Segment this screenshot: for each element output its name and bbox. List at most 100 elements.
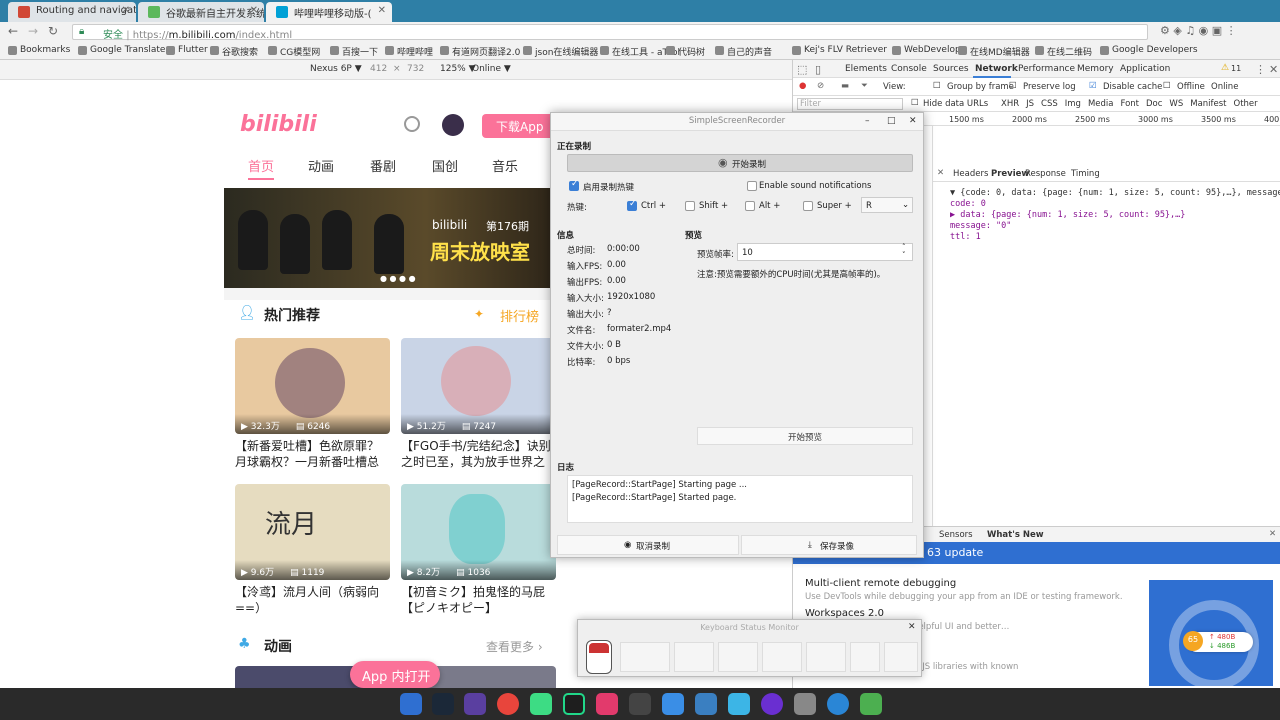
save-recording-button[interactable]: ⤓ 保存录像 <box>741 535 917 555</box>
tab-console[interactable]: Console <box>891 64 927 74</box>
throttle-select[interactable]: Online <box>1211 82 1238 92</box>
offline-checkbox[interactable]: ☐ <box>1163 81 1171 91</box>
nav-home[interactable]: 首页 <box>248 156 274 175</box>
filter-input[interactable]: Filter <box>797 98 903 110</box>
bookmark-item[interactable]: Google Developers <box>1100 45 1198 55</box>
video-title[interactable]: 【泠鸢】流月人间（病弱向==） <box>235 584 390 616</box>
ctrl-checkbox[interactable] <box>627 199 637 211</box>
close-icon[interactable]: ✕ <box>122 5 130 16</box>
hide-urls-checkbox[interactable]: ☐ <box>911 98 919 108</box>
terminal-icon[interactable] <box>629 693 651 715</box>
search-icon[interactable] <box>404 116 420 132</box>
tab-headers[interactable]: Headers <box>953 169 988 179</box>
close-icon[interactable]: ✕ <box>909 116 917 126</box>
video-thumbnail[interactable]: ▶ 32.3万 ▤ 6246 <box>235 338 390 434</box>
steam-icon[interactable] <box>432 693 454 715</box>
json-line[interactable]: message: "0" <box>950 221 1011 231</box>
json-line[interactable]: code: 0 <box>950 199 986 209</box>
browser-tab-bilibili[interactable]: 哔哩哔哩移动版-( ✕ <box>266 2 392 22</box>
forward-icon[interactable]: → <box>28 24 38 38</box>
record-icon[interactable]: ● <box>799 81 806 91</box>
nav-anime[interactable]: 动画 <box>308 156 334 175</box>
bookmark-item[interactable]: 在线二维码 <box>1035 45 1092 58</box>
banner[interactable]: bilibili 第176期 周末放映室 ● ● ● ● <box>224 188 560 288</box>
type-filter-js[interactable]: JS <box>1026 99 1034 109</box>
alt-checkbox[interactable] <box>745 201 755 211</box>
open-in-app-button[interactable]: App 内打开 <box>350 661 440 688</box>
files-icon[interactable] <box>662 693 684 715</box>
start-recording-button[interactable]: ◉ 开始录制 <box>567 154 913 172</box>
tab-preview[interactable]: Preview <box>991 169 1029 179</box>
news-title[interactable]: Workspaces 2.0 <box>805 608 884 619</box>
device-select[interactable]: Nexus 6P ▼ <box>310 64 362 74</box>
app-icon[interactable] <box>728 693 750 715</box>
json-line[interactable]: ttl: 1 <box>950 232 981 242</box>
power-icon[interactable] <box>761 693 783 715</box>
hotkey-key-select[interactable]: R ⌄ <box>861 197 913 213</box>
download-app-button[interactable]: 下载App <box>482 114 560 138</box>
video-title[interactable]: 【新番爱吐槽】色欲原罪？月球霸权？一月新番吐槽总结！ <box>235 438 390 470</box>
bookmark-item[interactable]: 自己的声音 <box>715 45 772 58</box>
spin-down-icon[interactable]: ˅ <box>902 251 906 259</box>
browser-tab-routing[interactable]: Routing and navigatio ✕ <box>8 2 136 22</box>
bookmark-item[interactable]: CG模型网 <box>268 45 320 58</box>
disable-cache-checkbox[interactable]: ☑ <box>1089 81 1097 91</box>
tab-memory[interactable]: Memory <box>1077 64 1114 74</box>
hotkey-enable-checkbox[interactable] <box>569 179 579 191</box>
type-filter-ws[interactable]: WS <box>1169 99 1183 109</box>
json-line[interactable]: ▼ {code: 0, data: {page: {num: 1, size: … <box>950 188 1280 198</box>
bookmark-item[interactable]: 代码树 <box>666 45 705 58</box>
video-thumbnail[interactable]: ▶ 51.2万 ▤ 7247 <box>401 338 556 434</box>
inspect-icon[interactable]: ⬚ <box>797 63 807 76</box>
preserve-checkbox[interactable]: ☐ <box>1009 81 1017 91</box>
type-filter-other[interactable]: Other <box>1234 99 1258 109</box>
nav-guochuang[interactable]: 国创 <box>432 156 458 175</box>
more-menu-icon[interactable]: ⋮ <box>1255 63 1266 76</box>
json-line[interactable]: ▶ data: {page: {num: 1, size: 5, count: … <box>950 210 1185 220</box>
close-icon[interactable]: ✕ <box>378 5 386 16</box>
close-icon[interactable]: ✕ <box>908 622 916 632</box>
minimize-icon[interactable]: – <box>865 116 870 126</box>
tab-application[interactable]: Application <box>1120 64 1170 74</box>
pycharm-icon[interactable] <box>563 693 585 715</box>
type-filter-media[interactable]: Media <box>1088 99 1114 109</box>
tab-response[interactable]: Response <box>1025 169 1066 179</box>
type-filter-doc[interactable]: Doc <box>1146 99 1162 109</box>
type-filter-img[interactable]: Img <box>1065 99 1081 109</box>
back-icon[interactable]: ← <box>8 24 18 38</box>
reload-icon[interactable]: ↻ <box>48 24 58 38</box>
bookmark-item[interactable]: 在线MD编辑器 <box>958 45 1030 58</box>
bookmark-item[interactable]: json在线编辑器 <box>523 45 598 58</box>
type-filter-css[interactable]: CSS <box>1041 99 1058 109</box>
tab-sensors[interactable]: Sensors <box>939 530 973 540</box>
log-area[interactable]: [PageRecord::StartPage] Starting page ..… <box>567 475 913 523</box>
cancel-recording-button[interactable]: ◉ 取消录制 <box>557 535 739 555</box>
close-icon[interactable]: ✕ <box>1269 63 1278 76</box>
bookmark-item[interactable]: 有道网页翻译2.0 <box>440 45 520 58</box>
tab-performance[interactable]: Performance <box>1018 64 1075 74</box>
banner-dots[interactable]: ● ● ● ● <box>380 274 416 283</box>
shift-checkbox[interactable] <box>685 201 695 211</box>
video-thumbnail[interactable]: 流月 ▶ 9.6万 ▤ 1119 <box>235 484 390 580</box>
bookmark-item[interactable]: Kej's FLV Retriever <box>792 45 887 55</box>
close-icon[interactable]: ✕ <box>937 168 944 178</box>
nav-music[interactable]: 音乐 <box>492 156 518 175</box>
more-link[interactable]: 查看更多 › <box>486 638 543 655</box>
close-icon[interactable]: ✕ <box>1269 529 1276 539</box>
music-icon[interactable] <box>464 693 486 715</box>
sound-notify-checkbox[interactable] <box>747 181 757 191</box>
tab-sources[interactable]: Sources <box>933 64 969 74</box>
close-icon[interactable]: ✕ <box>250 5 258 16</box>
settings-icon[interactable] <box>794 693 816 715</box>
address-bar[interactable]: 🔒︎ 安全 | https://m.bilibili.com/index.htm… <box>72 24 1148 41</box>
maximize-icon[interactable]: □ <box>887 116 896 126</box>
bookmark-item[interactable]: WebDevelop <box>892 45 961 55</box>
avatar[interactable] <box>442 114 464 136</box>
preview-fps-spinbox[interactable]: 10 ˄ ˅ <box>737 243 913 261</box>
start-preview-button[interactable]: 开始预览 <box>697 427 913 445</box>
news-title[interactable]: Multi-client remote debugging <box>805 578 956 589</box>
device-height-input[interactable]: 732 <box>407 64 424 74</box>
extensions-icon[interactable]: ⚙ ◈ ♫ ◉ ▣ ⋮ <box>1160 24 1237 37</box>
bookmark-item[interactable]: Flutter <box>166 45 208 55</box>
video-title[interactable]: 【FGO手书/完结纪念】诀别之时已至，其为放手世界之人 <box>401 438 556 470</box>
